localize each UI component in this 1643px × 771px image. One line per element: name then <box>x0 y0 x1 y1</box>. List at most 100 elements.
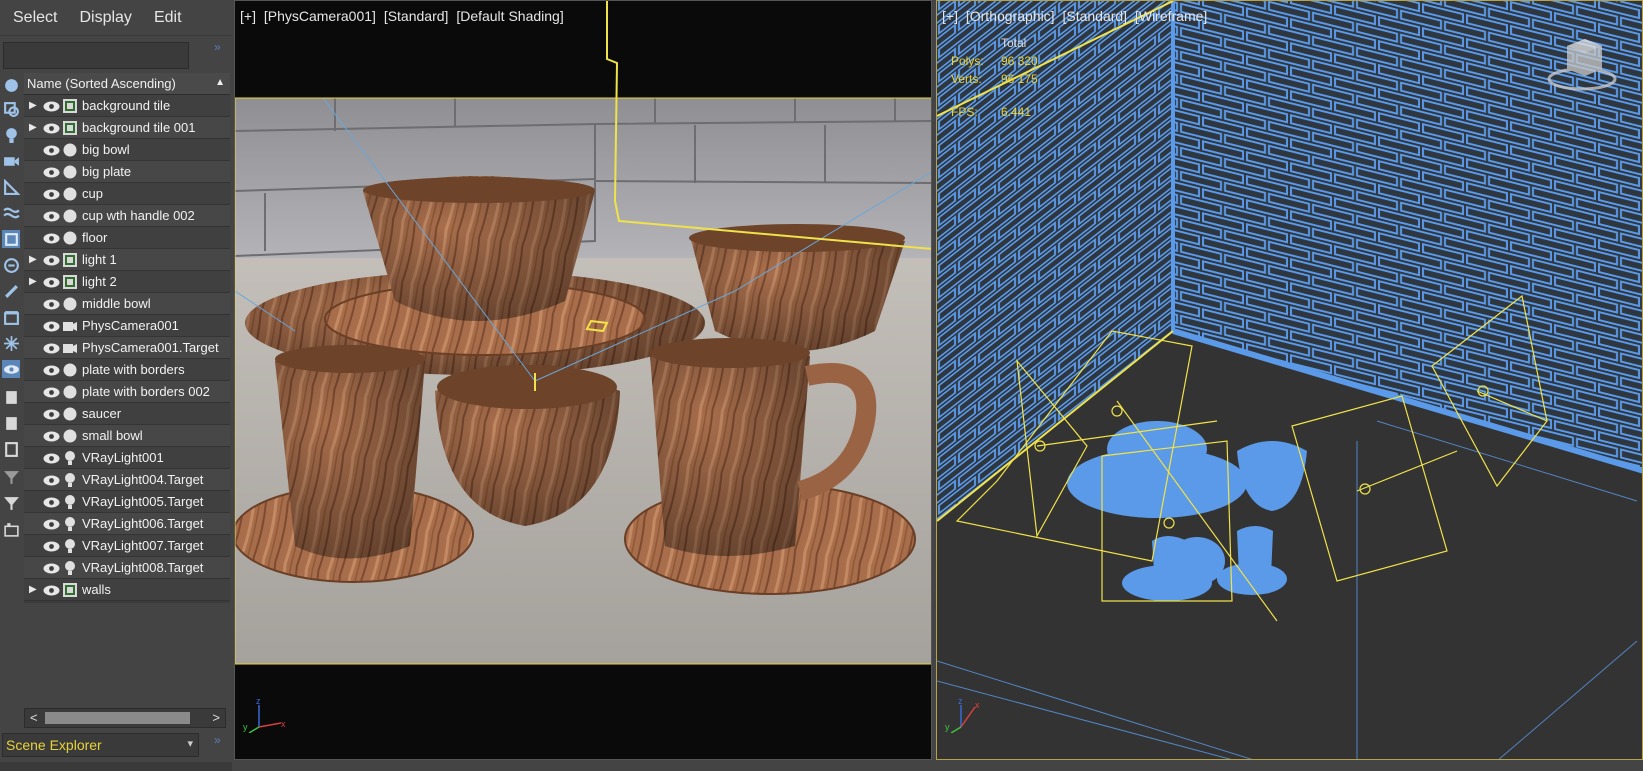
tree-row-label: background tile <box>82 98 171 113</box>
tree-row[interactable]: VRayLight008.Target <box>24 557 230 579</box>
visibility-eye-icon[interactable] <box>43 496 60 508</box>
tree-row[interactable]: floor <box>24 227 230 249</box>
visibility-eye-icon[interactable] <box>43 210 60 222</box>
xrefs-filter-icon[interactable] <box>2 256 20 274</box>
tree-row[interactable]: ▶ walls <box>24 579 230 601</box>
find-filter-icon[interactable] <box>2 468 20 486</box>
viewport-camera-name[interactable]: [PhysCamera001] <box>264 8 376 24</box>
expand-arrow-icon[interactable]: ▶ <box>29 254 39 265</box>
display-all-icon[interactable] <box>2 388 20 406</box>
viewport-menu-plus[interactable]: [+] <box>240 8 256 24</box>
scrollbar-thumb[interactable] <box>45 712 190 724</box>
scene-tree[interactable]: Name (Sorted Ascending) ▲ ▶ background ti… <box>24 73 230 603</box>
menu-edit[interactable]: Edit <box>154 9 182 27</box>
tree-row[interactable]: PhysCamera001 <box>24 315 230 337</box>
display-none-icon[interactable] <box>2 414 20 432</box>
visibility-eye-icon[interactable] <box>43 408 60 420</box>
explorer-menubar: Select Display Edit <box>0 0 232 36</box>
tree-row[interactable]: VRayLight004.Target <box>24 469 230 491</box>
visibility-eye-icon[interactable] <box>43 584 60 596</box>
invert-display-icon[interactable] <box>2 440 20 458</box>
visibility-eye-icon[interactable] <box>43 298 60 310</box>
visibility-eye-icon[interactable] <box>43 430 60 442</box>
tree-row[interactable]: cup <box>24 183 230 205</box>
selection-set-icon[interactable] <box>2 520 20 538</box>
scroll-left-icon[interactable]: < <box>30 710 38 725</box>
orthographic-viewport[interactable]: [+] [Orthographic] [Standard] [Wireframe… <box>936 0 1643 760</box>
menu-select[interactable]: Select <box>13 9 57 27</box>
panel-collapse-icon-bottom[interactable]: » <box>214 733 221 747</box>
tree-row[interactable]: VRayLight006.Target <box>24 513 230 535</box>
camera-viewport[interactable]: [+] [PhysCamera001] [Standard] [Default … <box>234 0 932 760</box>
bones-filter-icon[interactable] <box>2 282 20 300</box>
tree-row[interactable]: ▶ background tile 001 <box>24 117 230 139</box>
sort-ascending-icon[interactable]: ▲ <box>215 77 225 88</box>
tree-row[interactable]: VRayLight007.Target <box>24 535 230 557</box>
tree-row[interactable]: saucer <box>24 403 230 425</box>
groups-filter-icon[interactable] <box>2 230 20 248</box>
expand-arrow-icon[interactable]: ▶ <box>29 122 39 133</box>
viewport-label[interactable]: [+] [PhysCamera001] [Standard] [Default … <box>240 8 568 24</box>
visibility-eye-icon[interactable] <box>43 342 60 354</box>
visibility-eye-icon[interactable] <box>43 100 60 112</box>
visibility-eye-icon[interactable] <box>43 122 60 134</box>
viewport-standard[interactable]: [Standard] <box>1062 8 1127 24</box>
scroll-right-icon[interactable]: > <box>212 710 220 725</box>
viewport-standard[interactable]: [Standard] <box>384 8 449 24</box>
filter-icon[interactable] <box>2 494 20 512</box>
tree-row[interactable]: big plate <box>24 161 230 183</box>
explorer-selector-dropdown[interactable]: Scene Explorer ▾ <box>2 733 199 757</box>
visibility-eye-icon[interactable] <box>43 474 60 486</box>
tree-row[interactable]: VRayLight005.Target <box>24 491 230 513</box>
viewport-menu-plus[interactable]: [+] <box>942 8 958 24</box>
expand-arrow-icon[interactable]: ▶ <box>29 100 39 111</box>
tree-row[interactable]: PhysCamera001.Target <box>24 337 230 359</box>
tree-row[interactable]: plate with borders 002 <box>24 381 230 403</box>
tree-row[interactable]: cup wth handle 002 <box>24 205 230 227</box>
viewport-label-ortho[interactable]: [+] [Orthographic] [Standard] [Wireframe… <box>942 8 1211 24</box>
tree-row[interactable]: middle bowl <box>24 293 230 315</box>
lights-filter-icon[interactable] <box>2 126 20 144</box>
visibility-eye-icon[interactable] <box>43 562 60 574</box>
containers-filter-icon[interactable] <box>2 308 20 326</box>
visibility-eye-icon[interactable] <box>43 188 60 200</box>
menu-display[interactable]: Display <box>79 9 131 27</box>
hidden-filter-icon[interactable] <box>2 360 20 378</box>
visibility-eye-icon[interactable] <box>43 452 60 464</box>
helpers-filter-icon[interactable] <box>2 178 20 196</box>
panel-collapse-icon[interactable]: » <box>214 40 221 54</box>
visibility-eye-icon[interactable] <box>43 232 60 244</box>
dropdown-arrow-icon[interactable]: ▾ <box>187 737 193 750</box>
visibility-eye-icon[interactable] <box>43 518 60 530</box>
horizontal-scrollbar[interactable]: < > <box>24 708 226 728</box>
tree-row[interactable]: ▶ light 2 <box>24 271 230 293</box>
tree-row[interactable]: VRayLight001 <box>24 447 230 469</box>
visibility-eye-icon[interactable] <box>43 364 60 376</box>
visibility-eye-icon[interactable] <box>43 144 60 156</box>
expand-arrow-icon[interactable]: ▶ <box>29 276 39 287</box>
viewport-shading-mode[interactable]: [Default Shading] <box>456 8 563 24</box>
tree-row-label: plate with borders 002 <box>82 384 210 399</box>
visibility-eye-icon[interactable] <box>43 540 60 552</box>
tree-row[interactable]: plate with borders <box>24 359 230 381</box>
visibility-eye-icon[interactable] <box>43 166 60 178</box>
visibility-eye-icon[interactable] <box>43 320 60 332</box>
shapes-filter-icon[interactable] <box>2 100 20 118</box>
viewport-shading-mode[interactable]: [Wireframe] <box>1135 8 1207 24</box>
search-input[interactable] <box>3 42 189 69</box>
visibility-eye-icon[interactable] <box>43 386 60 398</box>
column-header-name[interactable]: Name (Sorted Ascending) ▲ <box>24 73 230 95</box>
viewport-view-name[interactable]: [Orthographic] <box>966 8 1055 24</box>
visibility-eye-icon[interactable] <box>43 276 60 288</box>
tree-row[interactable]: small bowl <box>24 425 230 447</box>
geometry-filter-icon[interactable] <box>2 76 20 94</box>
spacewarps-filter-icon[interactable] <box>2 204 20 222</box>
cameras-filter-icon[interactable] <box>2 152 20 170</box>
tree-row[interactable]: ▶ light 1 <box>24 249 230 271</box>
tree-row[interactable]: big bowl <box>24 139 230 161</box>
visibility-eye-icon[interactable] <box>43 254 60 266</box>
fps-value: 6.441 <box>1001 105 1032 119</box>
tree-row[interactable]: ▶ background tile <box>24 95 230 117</box>
frozen-filter-icon[interactable] <box>2 334 20 352</box>
expand-arrow-icon[interactable]: ▶ <box>29 584 39 595</box>
